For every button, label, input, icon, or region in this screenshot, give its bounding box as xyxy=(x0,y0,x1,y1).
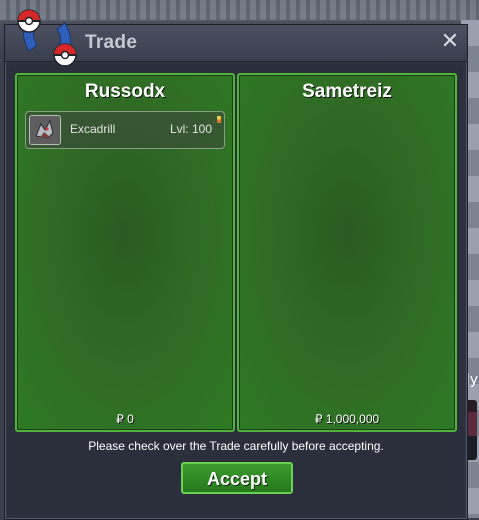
trade-panel-right: Sametreiz ₽ 1,000,000 xyxy=(237,73,457,432)
trade-notice: Please check over the Trade carefully be… xyxy=(88,439,384,453)
item-name: Excadrill xyxy=(70,122,116,136)
trade-window: Trade ✕ Russodx Excadrill Lvl: 100 ₽ 0 S… xyxy=(4,9,468,520)
trade-item-slot[interactable]: Excadrill Lvl: 100 xyxy=(25,111,225,149)
item-level: Lvl: 100 xyxy=(169,122,212,136)
pokeball-trade-icon xyxy=(17,9,77,67)
trade-content: Russodx Excadrill Lvl: 100 ₽ 0 Sametreiz xyxy=(9,65,463,515)
close-button[interactable]: ✕ xyxy=(439,31,461,53)
trader-money-right: ₽ 1,000,000 xyxy=(314,412,380,426)
item-flag-icon xyxy=(217,116,221,123)
trader-name-left: Russodx xyxy=(84,81,166,102)
trader-name-right: Sametreiz xyxy=(302,81,392,102)
accept-button[interactable]: Accept xyxy=(181,462,293,494)
excadrill-icon xyxy=(29,115,61,145)
trader-money-left: ₽ 0 xyxy=(116,412,134,426)
trade-panel-left: Russodx Excadrill Lvl: 100 ₽ 0 xyxy=(15,73,235,432)
window-title: Trade xyxy=(85,32,138,53)
